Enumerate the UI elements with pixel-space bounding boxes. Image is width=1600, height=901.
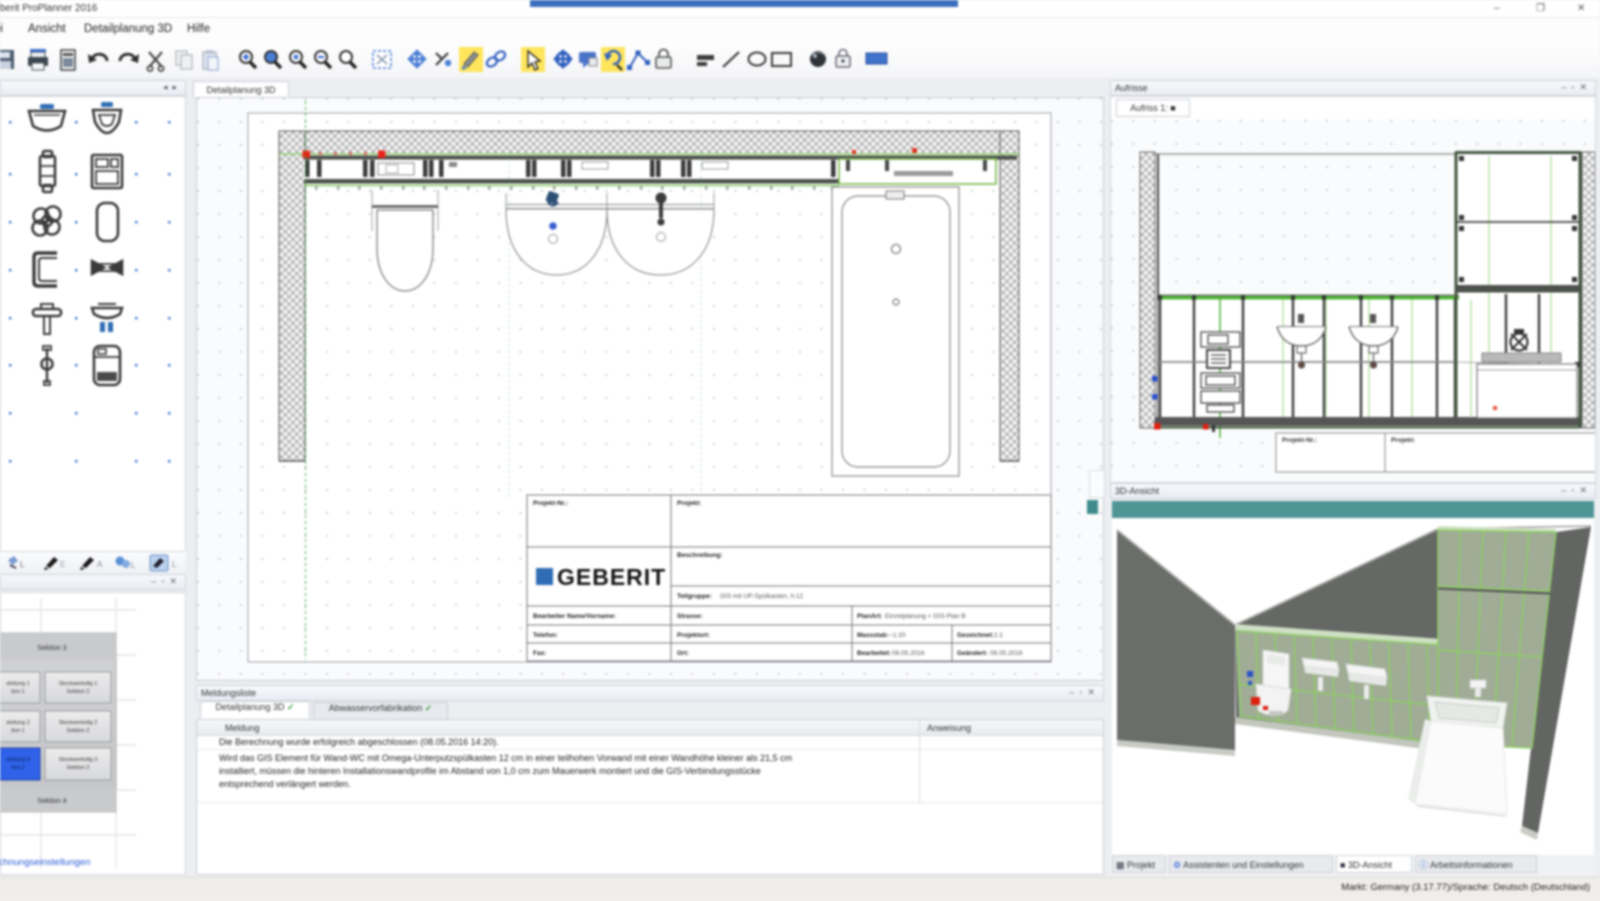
svg-text:L: L [172, 560, 177, 569]
svg-text:Teilgruppe:: Teilgruppe: [677, 593, 712, 600]
svg-text:E: E [60, 560, 65, 569]
svg-text:L: L [20, 560, 25, 569]
svg-text:Massstab:: Massstab: [857, 632, 889, 639]
svg-text:Bearbeitet:: Bearbeitet: [857, 650, 891, 657]
svg-text:tion 1: tion 1 [11, 765, 24, 771]
svg-text:PlanArt:: PlanArt: [857, 613, 882, 620]
svg-text:Einzelplanung + GIS-Plan B: Einzelplanung + GIS-Plan B [885, 613, 966, 620]
svg-text:Telefon:: Telefon: [533, 632, 558, 639]
svg-text:Projekt:: Projekt: [1391, 437, 1415, 444]
svg-text:1:1: 1:1 [994, 632, 1003, 639]
svg-text:GIS mit UP-Spülkasten, h:12: GIS mit UP-Spülkasten, h:12 [720, 593, 803, 600]
svg-text:Sektion 4: Sektion 4 [37, 798, 66, 805]
svg-text:Sektion 2: Sektion 2 [67, 765, 90, 771]
svg-text:Geändert:: Geändert: [957, 650, 988, 657]
svg-text:Beschreibung:: Beschreibung: [677, 552, 723, 559]
svg-text:Stockwerksltg 1: Stockwerksltg 1 [59, 681, 98, 687]
svg-text:A: A [97, 560, 103, 569]
svg-text:Ort:: Ort: [677, 650, 689, 657]
svg-text:Gezeichnet:: Gezeichnet: [957, 632, 994, 639]
svg-text:sleitung 1: sleitung 1 [6, 681, 30, 687]
svg-text:Sektion 2: Sektion 2 [67, 728, 90, 734]
svg-text:08.05.2016: 08.05.2016 [892, 650, 925, 657]
svg-text:Strasse:: Strasse: [677, 613, 703, 620]
svg-text:Stockwerksltg 2: Stockwerksltg 2 [59, 720, 98, 726]
svg-text:Projektort:: Projektort: [677, 632, 710, 639]
svg-text:Projekt-Nr.:: Projekt-Nr.: [1282, 437, 1317, 444]
svg-text:Sektion 2: Sektion 2 [67, 689, 90, 695]
svg-text:tion 1: tion 1 [11, 689, 24, 695]
svg-text:sleitung 3: sleitung 3 [6, 757, 30, 763]
svg-text:08.05.2016: 08.05.2016 [990, 650, 1023, 657]
svg-text:Fax:: Fax: [533, 650, 546, 657]
svg-text:Projekt:: Projekt: [677, 500, 701, 507]
svg-text:Sektion 3: Sektion 3 [37, 645, 66, 652]
svg-text:~1:20: ~1:20 [889, 632, 906, 639]
svg-text:Stockwerksltg 3: Stockwerksltg 3 [59, 757, 98, 763]
svg-text:Bearbeiter Name/Vorname:: Bearbeiter Name/Vorname: [533, 613, 616, 620]
svg-text:L: L [131, 561, 136, 570]
svg-text:GEBERIT: GEBERIT [557, 564, 666, 590]
svg-text:Projekt-Nr.:: Projekt-Nr.: [533, 500, 568, 507]
svg-text:sleitung 2: sleitung 2 [6, 720, 30, 726]
svg-text:tion 1: tion 1 [11, 728, 24, 734]
